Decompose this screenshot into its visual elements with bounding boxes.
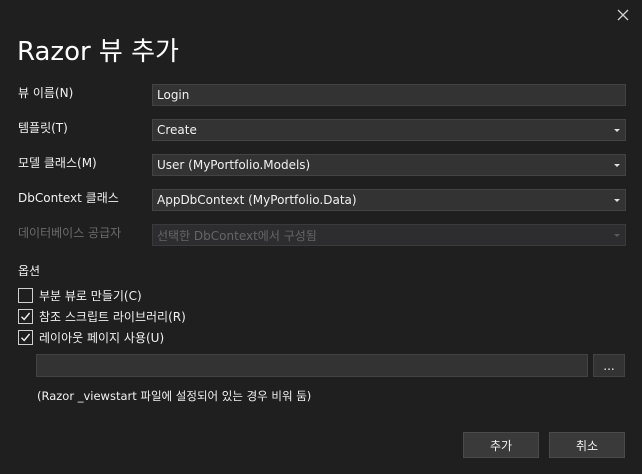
cancel-button[interactable]: 취소 xyxy=(549,432,625,458)
chevron-down-icon xyxy=(609,155,625,175)
partial-view-label: 부분 뷰로 만들기(C) xyxy=(39,288,142,303)
chevron-down-icon xyxy=(609,190,625,210)
dbcontext-class-dropdown[interactable]: AppDbContext (MyPortfolio.Data) xyxy=(152,189,626,211)
view-name-input[interactable]: Login xyxy=(152,84,626,106)
partial-view-option[interactable]: 부분 뷰로 만들기(C) xyxy=(18,287,142,303)
template-dropdown[interactable]: Create xyxy=(152,119,626,141)
db-provider-value: 선택한 DbContext에서 구성됨 xyxy=(157,228,317,243)
template-value: Create xyxy=(157,123,197,137)
partial-view-checkbox[interactable] xyxy=(18,287,33,303)
use-layout-label: 레이아웃 페이지 사용(U) xyxy=(39,330,165,345)
reference-scripts-label: 참조 스크립트 라이브러리(R) xyxy=(39,309,186,324)
reference-scripts-option[interactable]: 참조 스크립트 라이브러리(R) xyxy=(18,308,186,324)
model-class-value: User (MyPortfolio.Models) xyxy=(157,158,311,172)
chevron-down-icon xyxy=(609,120,625,140)
model-class-dropdown[interactable]: User (MyPortfolio.Models) xyxy=(152,154,626,176)
close-button[interactable] xyxy=(612,4,634,26)
checkmark-icon xyxy=(21,333,31,342)
view-name-label: 뷰 이름(N) xyxy=(18,86,74,100)
layout-path-input[interactable] xyxy=(36,354,588,377)
use-layout-option[interactable]: 레이아웃 페이지 사용(U) xyxy=(18,329,164,345)
chevron-down-icon xyxy=(609,225,625,245)
template-label: 템플릿(T) xyxy=(18,121,68,135)
layout-hint: (Razor _viewstart 파일에 설정되어 있는 경우 비워 둠) xyxy=(37,389,312,403)
dbcontext-class-label: DbContext 클래스 xyxy=(18,191,119,205)
reference-scripts-checkbox[interactable] xyxy=(18,308,33,324)
view-name-value: Login xyxy=(157,88,190,102)
db-provider-label: 데이터베이스 공급자 xyxy=(18,226,122,240)
checkmark-icon xyxy=(21,312,31,321)
options-header: 옵션 xyxy=(18,264,41,278)
use-layout-checkbox[interactable] xyxy=(18,329,33,345)
add-button[interactable]: 추가 xyxy=(463,432,539,458)
dbcontext-class-value: AppDbContext (MyPortfolio.Data) xyxy=(157,193,357,207)
add-razor-view-dialog: Razor 뷰 추가 뷰 이름(N) Login 템플릿(T) Create 모… xyxy=(0,0,642,474)
model-class-label: 모델 클래스(M) xyxy=(18,156,97,170)
db-provider-dropdown: 선택한 DbContext에서 구성됨 xyxy=(152,224,626,246)
dialog-title: Razor 뷰 추가 xyxy=(17,37,179,67)
close-icon xyxy=(617,9,629,21)
browse-button[interactable]: ... xyxy=(593,354,625,377)
